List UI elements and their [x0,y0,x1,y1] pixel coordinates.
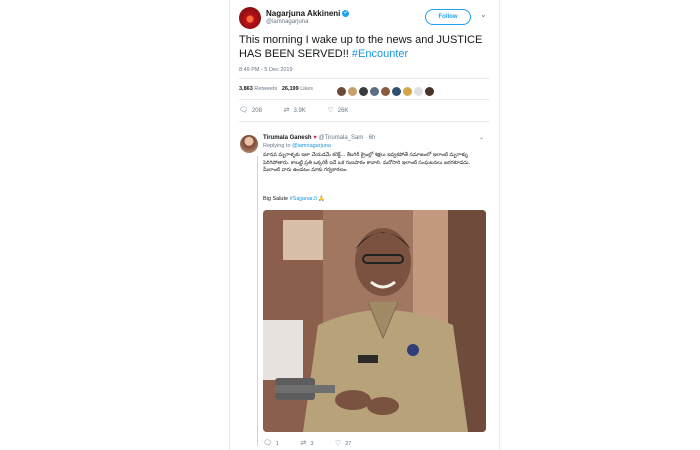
reply-action[interactable]: 🗨︎ 208 [239,106,262,114]
liker-avatar[interactable] [381,87,390,97]
reply-avatar[interactable] [240,135,258,153]
likes-count-link[interactable]: 26,199 Likes [282,86,313,92]
divider [239,99,490,100]
reply-author-row[interactable]: Tirumala Ganesh ♥ @Tirumala_Sam · 6h [263,135,375,141]
author-name[interactable]: Nagarjuna Akkineni [266,9,340,18]
author-handle[interactable]: @iamnagarjuna [266,19,308,25]
verified-badge-icon: ✓ [342,10,350,18]
tweet-hashtag-link[interactable]: #Encounter [352,48,408,60]
author-name-row[interactable]: Nagarjuna Akkineni ✓ [266,9,350,18]
reply-like-action[interactable]: ♡ 27 [335,439,351,447]
salute-hashtag-link[interactable]: #SajjanarJi [290,196,317,202]
divider [239,121,490,122]
reply-time[interactable]: · 6h [365,135,375,141]
like-action[interactable]: ♡ 26K [327,106,348,114]
reply-icon: 🗨︎ [263,440,272,447]
follow-button[interactable]: Follow [425,9,471,25]
liker-avatar[interactable] [348,87,357,97]
replying-to-link[interactable]: @iamnagarjuna [292,143,331,149]
heart-icon: ♡ [327,107,334,114]
liker-avatar[interactable] [337,87,346,97]
chevron-down-icon[interactable]: ⌄ [480,10,487,19]
photo-graphic [263,210,486,432]
reply-salute: Big Salute #SajjanarJi 🙏 [263,196,326,202]
retweet-icon: ⇄ [300,440,307,447]
tweet-actions: 🗨︎ 208 ⇄ 3.9K ♡ 26K [239,106,368,114]
chevron-down-icon[interactable]: ⌄ [479,134,484,141]
divider [239,78,490,79]
reply-tweet[interactable]: Tirumala Ganesh ♥ @Tirumala_Sam · 6h ⌄ R… [235,126,488,448]
replying-to: Replying to @iamnagarjuna [263,143,331,149]
reply-photo[interactable] [263,210,486,432]
liker-avatars[interactable] [337,83,436,97]
reply-icon: 🗨︎ [239,107,248,114]
folded-hands-icon: 🙏 [318,196,326,202]
liker-avatar[interactable] [414,87,423,97]
reply-reply-action[interactable]: 🗨︎ 1 [263,439,279,447]
tweet-timestamp[interactable]: 8:49 PM - 5 Dec 2019 [239,67,293,73]
reply-actions: 🗨︎ 1 ⇄ 3 ♡ 27 [263,439,371,447]
reply-author-name[interactable]: Tirumala Ganesh [263,135,312,141]
liker-avatar[interactable] [425,87,434,97]
tweet-stats: 3,863 Retweets 26,199 Likes [239,86,313,92]
tweet-text: This morning I wake up to the news and J… [239,34,489,61]
heart-emoji-icon: ♥ [313,135,317,141]
reply-text: మానవ మృగాళ్ళకు ఇలా చేయడమే కరెక్ట్... కేట… [263,152,471,173]
heart-icon: ♡ [334,440,342,447]
thread-line [257,156,258,446]
reply-retweet-action[interactable]: ⇄ 3 [300,439,313,447]
author-avatar[interactable] [239,7,261,29]
liker-avatar[interactable] [370,87,379,97]
liker-avatar[interactable] [403,87,412,97]
liker-avatar[interactable] [359,87,368,97]
liker-avatar[interactable] [392,87,401,97]
retweets-count-link[interactable]: 3,863 Retweets [239,86,277,92]
retweet-icon: ⇄ [283,107,290,114]
retweet-action[interactable]: ⇄ 3.9K [284,106,306,114]
reply-author-handle[interactable]: @Tirumala_Sam [318,135,363,141]
